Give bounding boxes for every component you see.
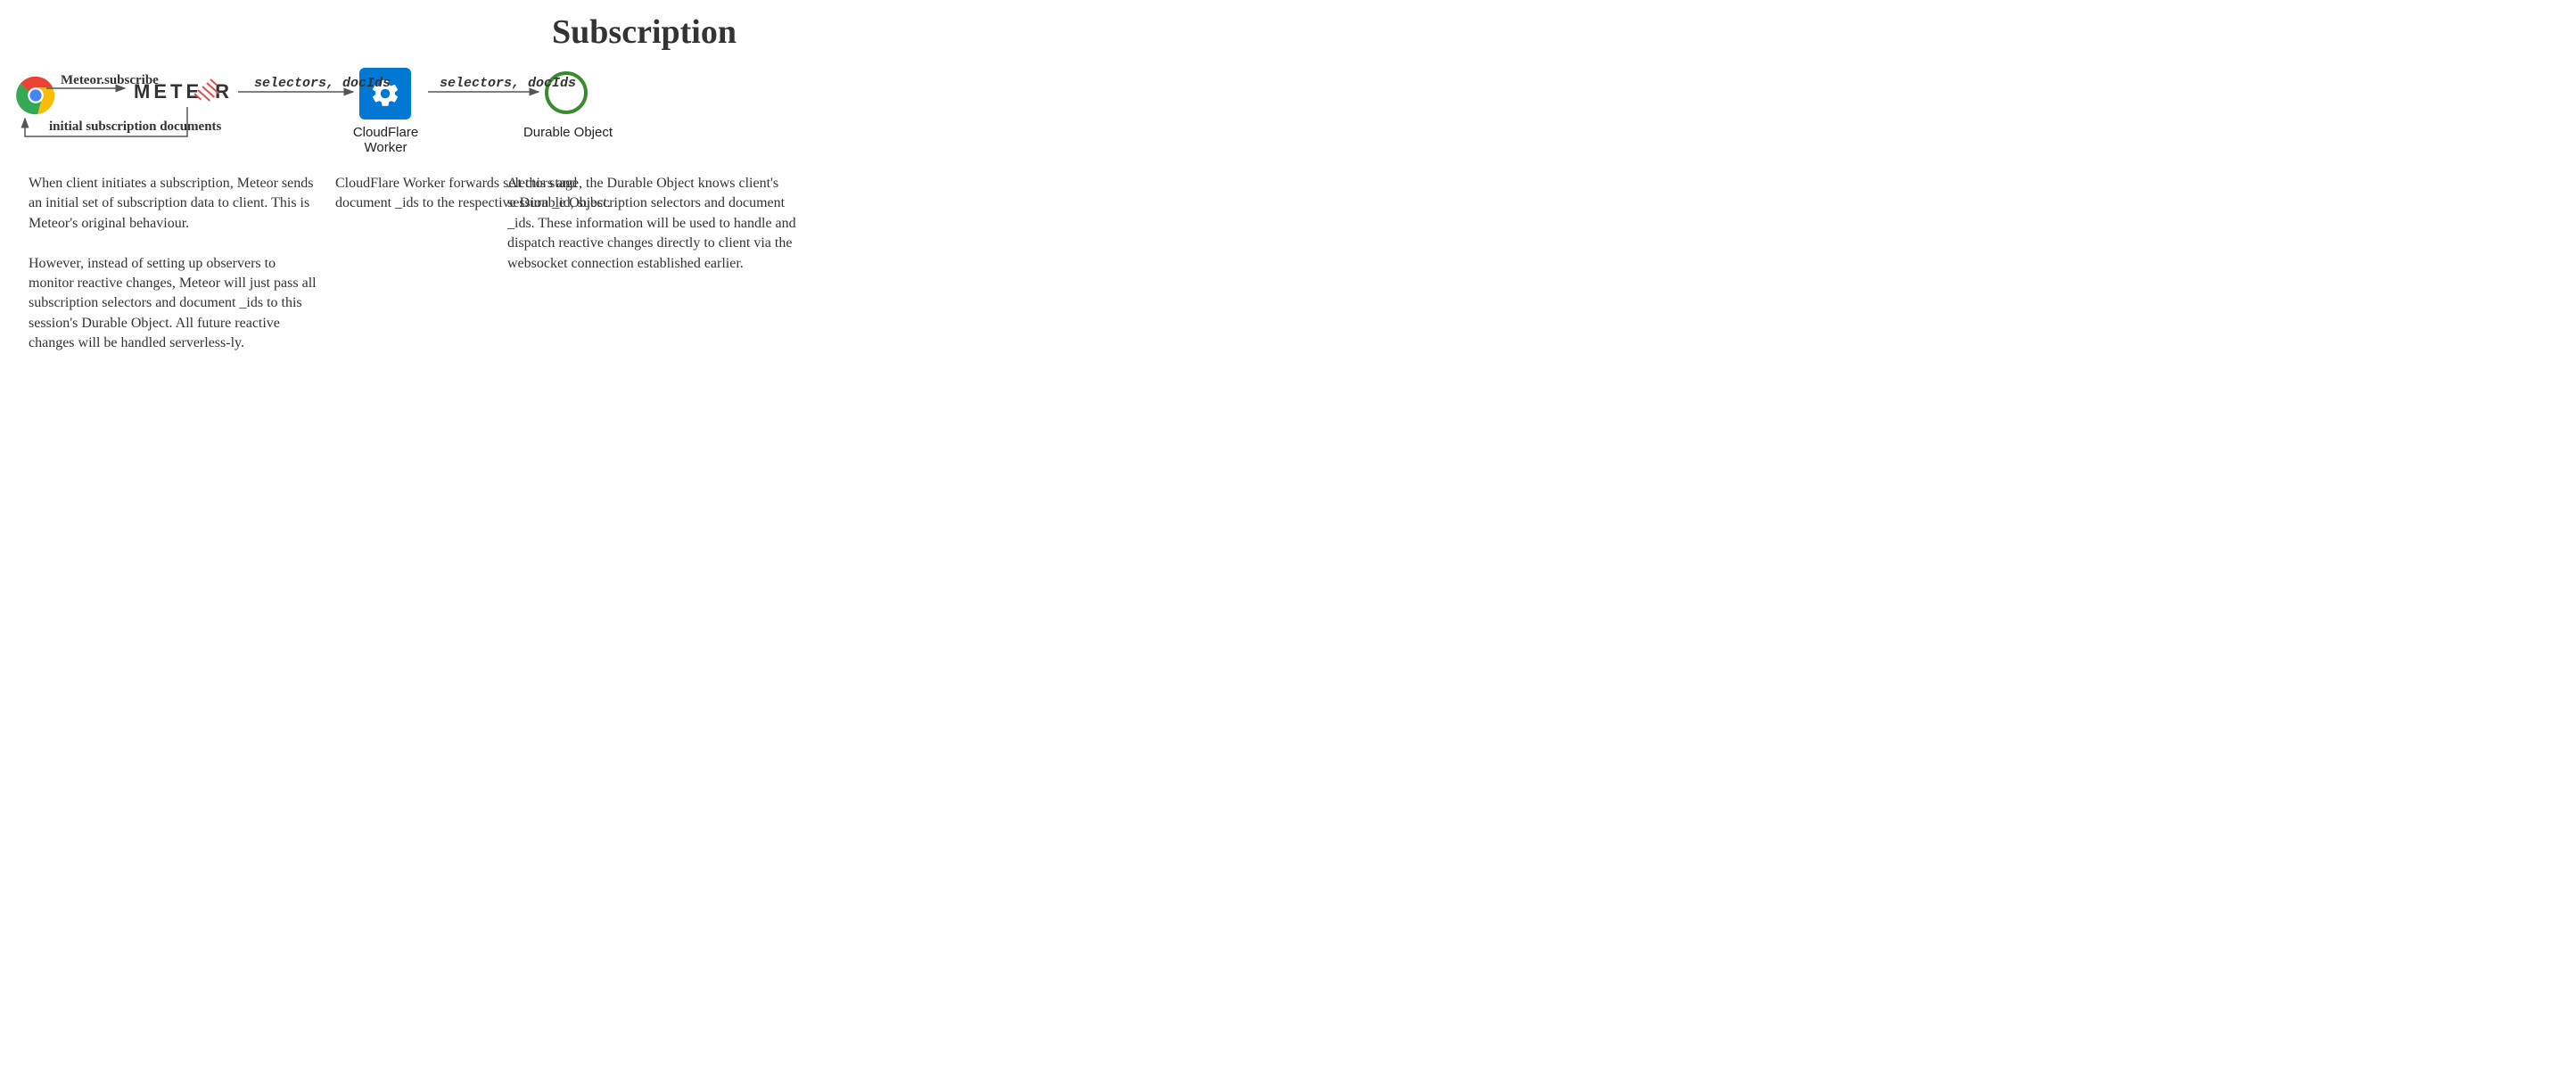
edge-label-selectors-2: selectors, docIds: [440, 76, 576, 91]
meteor-streak-icon: [201, 84, 217, 100]
cloudflare-worker-label: CloudFlare Worker: [330, 125, 441, 155]
edge-label-selectors-1: selectors, docIds: [254, 76, 391, 91]
durable-object-label: Durable Object: [519, 125, 617, 140]
description-durable: At this stage, the Durable Object knows …: [507, 174, 802, 274]
chrome-icon: [16, 76, 55, 115]
diagram-canvas: Subscription METE R CloudFlare Worker Du…: [0, 0, 1288, 535]
edge-label-initial-docs: initial subscription documents: [49, 119, 221, 135]
diagram-title: Subscription: [0, 12, 1288, 52]
description-meteor: When client initiates a subscription, Me…: [29, 174, 323, 354]
edge-label-subscribe: Meteor.subscribe: [61, 73, 159, 88]
